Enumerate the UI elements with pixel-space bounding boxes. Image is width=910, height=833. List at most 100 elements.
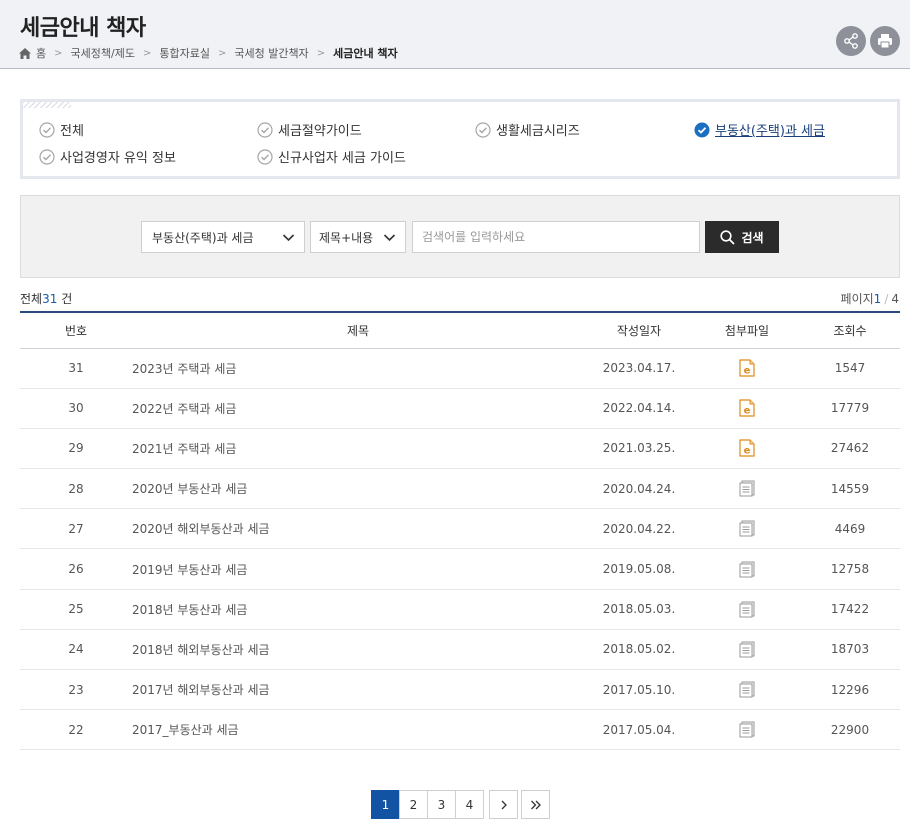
category-business-info[interactable]: 사업경영자 유익 정보: [39, 147, 176, 166]
page-info-label: 페이지: [840, 292, 874, 306]
row-title-link[interactable]: 2018년 부동산과 세금: [132, 603, 247, 617]
table-row: 30 2022년 주택과 세금 2022.04.14. e 17779: [20, 388, 900, 429]
table-body: 31 2023년 주택과 세금 2023.04.17. e 1547 30 2022년 주택…: [20, 348, 900, 751]
row-date: 2020.04.24.: [584, 468, 694, 510]
row-views: 14559: [800, 468, 900, 510]
row-views: 18703: [800, 629, 900, 671]
document-file-icon[interactable]: [739, 561, 755, 578]
table-row: 23 2017년 해외부동산과 세금 2017.05.10. 12296: [20, 669, 900, 711]
chevron-right-icon: [501, 800, 507, 809]
row-title-cell: 2019년 부동산과 세금: [132, 548, 584, 590]
search-input[interactable]: [412, 221, 700, 253]
category-label: 신규사업자 세금 가이드: [278, 151, 406, 166]
row-number: 26: [20, 548, 132, 590]
row-attachment: e: [694, 388, 800, 429]
category-label: 생활세금시리즈: [496, 124, 580, 139]
document-file-icon[interactable]: [739, 721, 755, 738]
page-4-button[interactable]: 4: [455, 790, 484, 819]
row-attachment: [694, 548, 800, 590]
row-number: 27: [20, 508, 132, 550]
header-views: 조회수: [800, 311, 900, 349]
row-views: 17779: [800, 388, 900, 429]
search-field-select[interactable]: 제목+내용: [310, 221, 406, 253]
check-circle-icon: [39, 148, 55, 165]
search-button[interactable]: 검색: [705, 221, 779, 253]
row-views: 1547: [800, 348, 900, 389]
row-date: 2022.04.14.: [584, 388, 694, 429]
header-attachment: 첨부파일: [694, 311, 800, 349]
page-1-button[interactable]: 1: [371, 790, 400, 819]
row-views: 22900: [800, 709, 900, 751]
check-circle-icon: [39, 121, 55, 138]
category-label: 세금절약가이드: [278, 124, 362, 139]
category-new-business-guide[interactable]: 신규사업자 세금 가이드: [257, 147, 406, 166]
category-tax-saving-guide[interactable]: 세금절약가이드: [257, 120, 362, 139]
category-select[interactable]: 부동산(주택)과 세금: [141, 221, 305, 253]
category-label: 전체: [60, 124, 84, 139]
total-number: 31: [42, 292, 58, 306]
breadcrumb-item-policy[interactable]: 국세정책/제도: [71, 45, 135, 61]
row-title-cell: 2017년 해외부동산과 세금: [132, 669, 584, 711]
row-title-link[interactable]: 2017_부동산과 세금: [132, 723, 239, 737]
total-count: 전체31 건: [20, 290, 72, 307]
row-number: 25: [20, 589, 132, 630]
chevron-down-icon: [282, 234, 295, 242]
category-real-estate-tax[interactable]: 부동산(주택)과 세금: [694, 120, 825, 139]
row-title-link[interactable]: 2021년 주택과 세금: [132, 442, 236, 456]
row-attachment: e: [694, 348, 800, 389]
ebook-file-icon[interactable]: e: [739, 359, 755, 377]
row-number: 28: [20, 468, 132, 510]
document-file-icon[interactable]: [739, 681, 755, 698]
search-icon: [720, 229, 736, 245]
row-attachment: [694, 669, 800, 711]
page-3-button[interactable]: 3: [427, 790, 456, 819]
row-title-cell: 2018년 해외부동산과 세금: [132, 629, 584, 671]
row-title-link[interactable]: 2022년 주택과 세금: [132, 402, 236, 416]
home-icon[interactable]: [19, 47, 31, 59]
category-all[interactable]: 전체: [39, 120, 84, 139]
ebook-file-icon[interactable]: e: [739, 399, 755, 417]
breadcrumb-item-archive[interactable]: 통합자료실: [159, 45, 210, 61]
ebook-file-icon[interactable]: e: [739, 439, 755, 458]
check-circle-icon: [694, 122, 710, 137]
category-life-tax-series[interactable]: 생활세금시리즈: [475, 120, 580, 139]
breadcrumb-item-home[interactable]: 홈: [36, 45, 46, 61]
row-date: 2018.05.02.: [584, 629, 694, 671]
print-button[interactable]: [870, 26, 900, 56]
table-row: 26 2019년 부동산과 세금 2019.05.08. 12758: [20, 548, 900, 590]
row-title-link[interactable]: 2020년 부동산과 세금: [132, 482, 247, 496]
row-title-cell: 2023년 주택과 세금: [132, 348, 584, 389]
page-header: 세금안내 책자 홈 > 국세정책/제도 > 통합자료실 > 국세청 발간책자 >…: [0, 0, 910, 69]
row-title-link[interactable]: 2018년 해외부동산과 세금: [132, 643, 270, 657]
share-button[interactable]: [836, 26, 866, 56]
category-filter: 전체 세금절약가이드 생활세금시리즈 부동산(주택)과 세금 사업경영자 유익 …: [20, 99, 900, 179]
row-title-link[interactable]: 2017년 해외부동산과 세금: [132, 683, 270, 697]
search-field-select-value: 제목+내용: [319, 230, 374, 245]
last-page-button[interactable]: [521, 790, 550, 819]
row-views: 17422: [800, 589, 900, 630]
page-2-button[interactable]: 2: [399, 790, 428, 819]
category-label: 부동산(주택)과 세금: [715, 124, 825, 139]
document-file-icon[interactable]: [739, 641, 755, 658]
row-views: 4469: [800, 508, 900, 550]
check-circle-icon: [475, 121, 491, 138]
row-number: 23: [20, 669, 132, 711]
row-title-link[interactable]: 2020년 해외부동산과 세금: [132, 522, 270, 536]
row-title-link[interactable]: 2019년 부동산과 세금: [132, 563, 247, 577]
next-page-button[interactable]: [489, 790, 518, 819]
search-area: 부동산(주택)과 세금 제목+내용 검색: [20, 195, 900, 278]
document-file-icon[interactable]: [739, 520, 755, 537]
category-select-value: 부동산(주택)과 세금: [152, 230, 254, 245]
table-row: 31 2023년 주택과 세금 2023.04.17. e 1547: [20, 348, 900, 389]
document-file-icon[interactable]: [739, 480, 755, 497]
row-date: 2021.03.25.: [584, 428, 694, 470]
page-info-current: 1: [873, 292, 882, 306]
breadcrumb-item-publications[interactable]: 국세청 발간책자: [234, 45, 308, 61]
row-title-link[interactable]: 2023년 주택과 세금: [132, 362, 236, 376]
row-attachment: [694, 468, 800, 510]
chevron-down-icon: [383, 234, 396, 242]
document-file-icon[interactable]: [739, 601, 755, 618]
row-number: 24: [20, 629, 132, 671]
row-views: 12758: [800, 548, 900, 590]
row-date: 2020.04.22.: [584, 508, 694, 550]
